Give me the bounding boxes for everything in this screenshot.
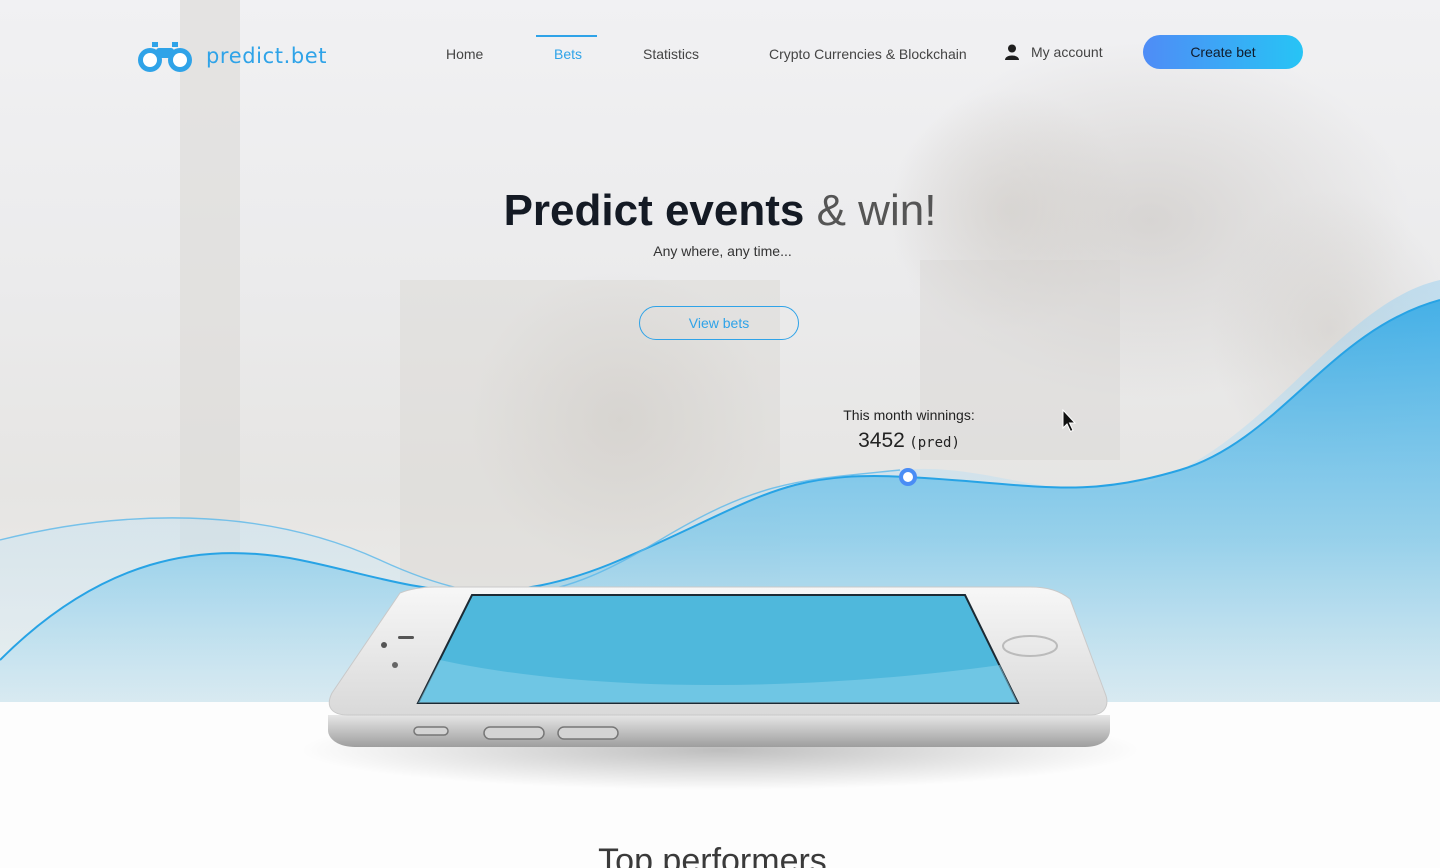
my-account-link[interactable]: My account: [1005, 44, 1103, 60]
winnings-value: 3452 (pred): [809, 429, 1009, 453]
brand-name: predict.bet: [206, 44, 328, 68]
user-icon: [1005, 44, 1019, 60]
top-performers-title: Top performers: [598, 842, 827, 868]
nav-item-bets[interactable]: Bets: [554, 46, 582, 62]
nav-item-statistics[interactable]: Statistics: [643, 46, 699, 62]
brand-logo[interactable]: predict.bet: [136, 38, 327, 74]
winnings-amount: 3452: [858, 429, 905, 452]
create-bet-button[interactable]: Create bet: [1143, 35, 1303, 69]
nav-active-indicator: [536, 35, 597, 37]
hero-headline: Predict events & win!: [0, 186, 1440, 236]
headline-light: & win!: [816, 186, 937, 235]
phone-mockup: [300, 586, 1140, 790]
binoculars-icon: [138, 42, 192, 72]
winnings-unit: (pred): [909, 435, 960, 451]
view-bets-button[interactable]: View bets: [639, 306, 799, 340]
nav-item-home[interactable]: Home: [446, 46, 483, 62]
mouse-cursor-icon: [1062, 409, 1077, 433]
nav-item-crypto[interactable]: Crypto Currencies & Blockchain: [769, 46, 967, 62]
hero-subline: Any where, any time...: [653, 243, 792, 259]
headline-strong: Predict events: [503, 186, 805, 235]
winnings-label: This month winnings:: [843, 407, 975, 423]
my-account-label: My account: [1031, 44, 1103, 60]
winnings-point-marker: [899, 468, 917, 486]
